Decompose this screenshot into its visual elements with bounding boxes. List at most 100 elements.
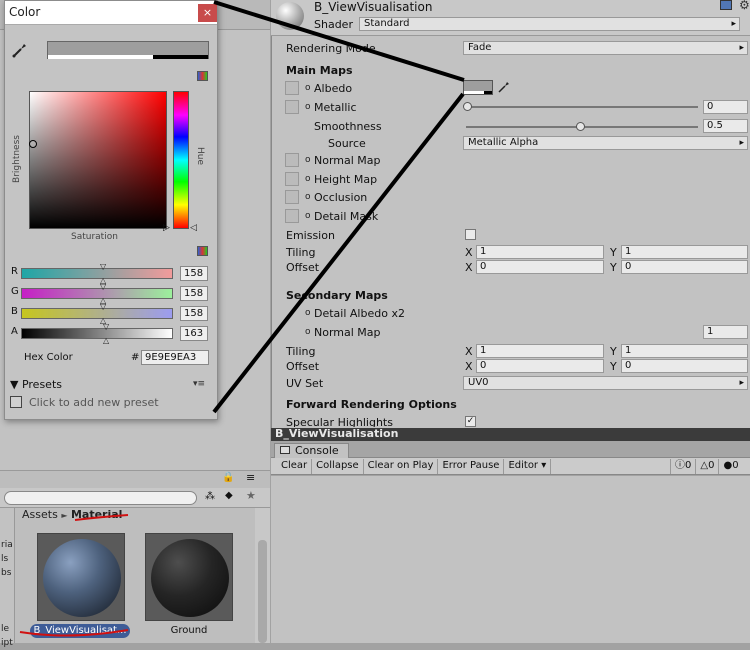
channel-slider-handle[interactable]: ▽ (100, 262, 106, 271)
sec-offset-y-field[interactable]: 0 (621, 359, 748, 373)
color-picker-titlebar[interactable]: Color × (5, 1, 217, 25)
error-toggle[interactable]: ●0 (719, 459, 742, 474)
favorite-star-icon[interactable]: ★ (246, 489, 256, 502)
hue-slider-handle-left[interactable]: ▷ (163, 223, 170, 233)
height-map-texture-slot[interactable] (285, 172, 299, 186)
breadcrumb-material[interactable]: Material (71, 508, 122, 521)
object-picker-icon[interactable]: o (305, 174, 311, 184)
collapse-button[interactable]: Collapse (312, 459, 364, 474)
breadcrumb-assets[interactable]: Assets (22, 508, 58, 521)
add-preset-hint[interactable]: Click to add new preset (29, 396, 159, 409)
channel-slider-handle-bottom[interactable]: △ (103, 336, 109, 345)
sec-tiling-y-label: Y (610, 345, 617, 358)
object-picker-icon[interactable]: o (305, 211, 311, 221)
slider-mode-toggle-icon[interactable] (197, 246, 208, 256)
emission-checkbox[interactable] (465, 229, 476, 240)
settings-gear-icon[interactable]: ⚙ (739, 0, 750, 12)
clear-button[interactable]: Clear (277, 459, 313, 474)
metallic-value-field[interactable]: 0 (703, 100, 748, 114)
panel-menu-icon[interactable]: ≡ (246, 471, 255, 484)
metallic-slider-knob[interactable] (463, 102, 472, 111)
shader-dropdown[interactable]: Standard ▸ (359, 17, 740, 31)
hue-slider-handle[interactable]: ◁ (190, 223, 197, 233)
channel-slider-g[interactable] (21, 288, 173, 299)
search-by-type-icon[interactable]: ⁂ (205, 491, 215, 502)
channel-slider-a[interactable] (21, 328, 173, 339)
secondary-normal-scale-field[interactable]: 1 (703, 325, 748, 339)
hex-color-input[interactable]: 9E9E9EA3 (141, 350, 209, 365)
smoothness-value-field[interactable]: 0.5 (703, 119, 748, 133)
channel-value-a[interactable]: 163 (180, 326, 208, 341)
help-book-icon[interactable] (720, 0, 732, 10)
dropdown-arrow-icon: ▸ (731, 19, 736, 29)
rendering-mode-dropdown[interactable]: Fade ▸ (463, 41, 748, 55)
color-mode-toggle-icon[interactable] (197, 71, 208, 81)
close-button[interactable]: × (198, 4, 217, 22)
hue-slider[interactable] (173, 91, 189, 229)
albedo-texture-slot[interactable] (285, 81, 299, 95)
object-picker-icon[interactable]: o (305, 327, 311, 337)
object-picker-icon[interactable]: o (305, 308, 311, 318)
object-picker-icon[interactable]: o (305, 83, 311, 93)
sec-offset-x-field[interactable]: 0 (476, 359, 604, 373)
channel-sliders: R ▽ △ 158 G ▽ △ 158 B ▽ △ 158 A ▽ △ 163 (5, 262, 217, 345)
smoothness-slider-knob[interactable] (576, 122, 585, 131)
object-picker-icon[interactable]: o (305, 102, 311, 112)
tiling-y-label: Y (610, 246, 617, 259)
channel-slider-r[interactable] (21, 268, 173, 279)
eyedropper-icon[interactable] (11, 41, 29, 59)
eyedropper-icon[interactable] (497, 80, 511, 94)
brightness-label: Brightness (11, 135, 22, 183)
smoothness-source-dropdown[interactable]: Metallic Alpha ▸ (463, 136, 748, 150)
error-pause-button[interactable]: Error Pause (438, 459, 505, 474)
sec-tiling-x-field[interactable]: 1 (476, 344, 604, 358)
presets-menu-icon[interactable]: ▾≡ (193, 379, 205, 389)
detail-mask-texture-slot[interactable] (285, 209, 299, 223)
occlusion-texture-slot[interactable] (285, 190, 299, 204)
search-by-label-icon[interactable]: ◆ (225, 490, 233, 501)
albedo-alpha-bar-dark (484, 91, 492, 94)
editor-dropdown[interactable]: Editor ▾ (504, 459, 552, 474)
channel-slider-handle[interactable]: ▽ (100, 302, 106, 311)
asset-label[interactable]: Ground (145, 625, 233, 636)
presets-foldout[interactable]: ▼ Presets (10, 378, 62, 391)
asset-thumbnail-ground[interactable] (145, 533, 233, 621)
alpha-preview-bar (48, 55, 153, 59)
asset-label-selected[interactable]: B_ViewVisualisat... (30, 624, 130, 638)
metallic-slider-track[interactable] (466, 106, 698, 108)
folder-tree-text: ria ls bs le ipt (1, 540, 13, 648)
asset-thumbnail-b-viewvisualisation[interactable] (37, 533, 125, 621)
channel-value-b[interactable]: 158 (180, 306, 208, 321)
channel-slider-handle[interactable]: ▽ (100, 282, 106, 291)
project-search-input[interactable] (4, 491, 197, 505)
console-toolbar: Clear Collapse Clear on Play Error Pause… (271, 458, 750, 475)
uv-set-dropdown[interactable]: UV0 ▸ (463, 376, 748, 390)
alpha-preview-bar-dark (153, 55, 208, 59)
warning-toggle[interactable]: △0 (696, 459, 720, 474)
tiling-x-field[interactable]: 1 (476, 245, 604, 259)
console-log-area[interactable] (271, 476, 750, 643)
object-picker-icon[interactable]: o (305, 192, 311, 202)
sv-cursor[interactable] (29, 140, 37, 148)
channel-slider-handle[interactable]: ▽ (103, 322, 109, 331)
normal-map-label: Normal Map (314, 154, 381, 167)
offset-x-field[interactable]: 0 (476, 260, 604, 274)
specular-highlights-checkbox[interactable]: ✓ (465, 416, 476, 427)
clear-on-play-button[interactable]: Clear on Play (364, 459, 439, 474)
normal-map-texture-slot[interactable] (285, 153, 299, 167)
channel-value-g[interactable]: 158 (180, 286, 208, 301)
project-scrollbar-thumb[interactable] (258, 540, 267, 643)
metallic-texture-slot[interactable] (285, 100, 299, 114)
channel-value-r[interactable]: 158 (180, 266, 208, 281)
saturation-brightness-field[interactable] (29, 91, 167, 229)
preset-library-icon[interactable] (10, 396, 22, 408)
object-picker-icon[interactable]: o (305, 155, 311, 165)
offset-y-field[interactable]: 0 (621, 260, 748, 274)
tiling-y-field[interactable]: 1 (621, 245, 748, 259)
warning-icon: △ (700, 460, 709, 471)
sec-tiling-y-field[interactable]: 1 (621, 344, 748, 358)
info-toggle[interactable]: ⓘ0 (670, 459, 697, 474)
lock-icon[interactable]: 🔒 (222, 472, 234, 483)
channel-slider-b[interactable] (21, 308, 173, 319)
shader-label: Shader (314, 18, 353, 31)
